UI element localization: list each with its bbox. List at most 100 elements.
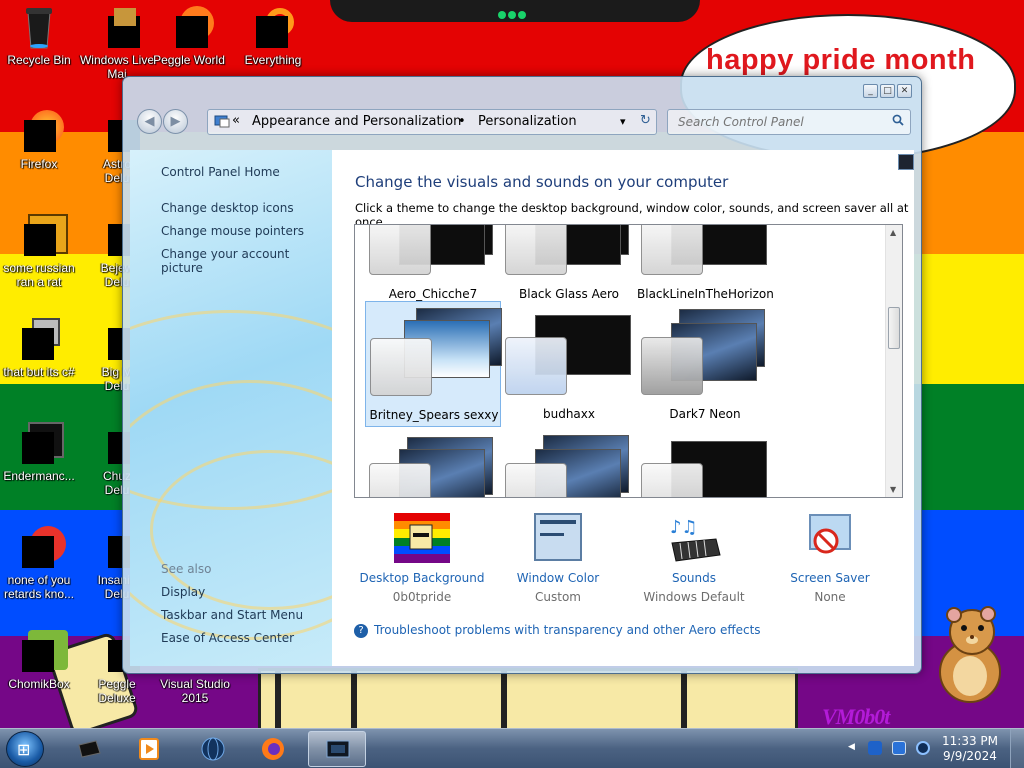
network-icon[interactable] <box>892 741 906 755</box>
tray-app-icon[interactable] <box>868 741 882 755</box>
scroll-up-arrow-icon[interactable]: ▲ <box>890 228 896 237</box>
desktop-background-setting[interactable]: Desktop Background 0b0tpride <box>354 513 490 604</box>
breadcrumb-separator[interactable]: • <box>458 114 466 129</box>
wallpaper-figure <box>258 668 798 730</box>
show-desktop-button[interactable] <box>1010 729 1024 768</box>
theme-gallery-scrollbar[interactable]: ▲ ▼ <box>885 225 902 497</box>
theme-item[interactable] <box>501 427 637 497</box>
display-link[interactable]: Display <box>161 585 205 599</box>
maximize-button[interactable]: □ <box>880 84 895 98</box>
wallpaper-green-dots <box>498 8 528 19</box>
theme-preview <box>505 225 633 275</box>
breadcrumb-personalization[interactable]: Personalization <box>478 114 577 129</box>
sounds-setting[interactable]: ♪♫ Sounds Windows Default <box>626 513 762 604</box>
screen-saver-setting[interactable]: Screen Saver None <box>762 513 898 604</box>
theme-item-blacklineinthehorizon[interactable]: BlackLineInTheHorizon <box>637 225 774 307</box>
theme-name: Aero_Chicche7 <box>388 287 478 301</box>
change-account-picture-link[interactable]: Change your account picture <box>161 247 332 275</box>
desktop-icon-peggle-world[interactable]: Peggle World <box>150 4 228 67</box>
peggle-world-icon <box>166 4 214 50</box>
desktop-icon-chomikbox[interactable]: ChomikBox <box>0 628 78 691</box>
search-icon[interactable] <box>892 114 904 130</box>
back-button[interactable]: ◀ <box>137 109 162 134</box>
theme-item[interactable] <box>637 427 773 497</box>
troubleshoot-link-text: Troubleshoot problems with transparency … <box>374 623 761 637</box>
screen-saver-icon <box>802 513 858 563</box>
window-color-icon <box>530 513 586 563</box>
window-color-setting[interactable]: Window Color Custom <box>490 513 626 604</box>
search-box[interactable] <box>667 109 911 135</box>
control-panel-home-link[interactable]: Control Panel Home <box>161 165 280 179</box>
minimize-button[interactable]: _ <box>863 84 878 98</box>
hamster-image <box>939 606 1001 703</box>
desktop-icon-firefox[interactable]: Firefox <box>0 108 78 171</box>
desktop-icon-endermanch[interactable]: Endermanc... <box>0 420 78 483</box>
desktop-icon-recycle-bin[interactable]: Recycle Bin <box>0 4 78 67</box>
theme-item-britney-spears-sexxy[interactable]: Britney_Spears sexxy <box>365 301 502 427</box>
desktop-icon-windows-live-mail[interactable]: Windows Live Mai <box>78 4 156 81</box>
search-input[interactable] <box>678 113 878 131</box>
setting-value: Custom <box>535 590 581 604</box>
theme-item-aero-chicche7[interactable]: Aero_Chicche7 <box>365 225 501 307</box>
tray-expand-arrow-icon[interactable]: ◀ <box>848 742 855 752</box>
theme-preview <box>369 431 497 497</box>
volume-icon[interactable] <box>916 741 930 755</box>
firefox-icon <box>16 108 64 154</box>
ease-of-access-link[interactable]: Ease of Access Center <box>161 631 294 645</box>
theme-preview <box>369 225 497 275</box>
theme-item[interactable] <box>365 427 501 497</box>
none-of-you-icon <box>16 524 66 570</box>
media-player-icon <box>136 737 162 761</box>
troubleshoot-aero-link[interactable]: ? Troubleshoot problems with transparency… <box>354 623 761 638</box>
address-dropdown-button[interactable]: ▾ <box>620 115 626 128</box>
desktop-icon-russian-rat[interactable]: some russian ran a rat <box>0 212 78 289</box>
help-corner-icon[interactable] <box>898 154 914 170</box>
theme-name: Britney_Spears sexxy <box>369 408 499 422</box>
start-button[interactable]: ⊞ <box>6 731 44 767</box>
setting-value: None <box>814 590 846 604</box>
windows-logo-icon: ⊞ <box>17 740 31 759</box>
desktop-icon-label: Peggle Deluxe <box>98 677 136 705</box>
desktop-icon-none-of-you[interactable]: none of you retards kno... <box>0 524 78 601</box>
endermanch-icon <box>16 420 64 466</box>
system-clock[interactable]: 11:33 PM 9/9/2024 <box>942 734 998 764</box>
navigation-bar: ◀ ▶ « Appearance and Personalization • P… <box>135 107 911 137</box>
theme-item-dark7-neon[interactable]: Dark7 Neon <box>637 301 773 427</box>
russian-rat-icon <box>16 212 68 258</box>
scroll-down-arrow-icon[interactable]: ▼ <box>890 485 896 494</box>
left-task-pane: Control Panel Home Change desktop icons … <box>130 150 332 666</box>
theme-name: Dark7 Neon <box>669 407 741 421</box>
taskbar-button-control-panel[interactable] <box>308 731 366 767</box>
desktop-icon-label: Recycle Bin <box>7 53 71 67</box>
forward-button[interactable]: ▶ <box>163 109 188 134</box>
breadcrumb-appearance-and-personalization[interactable]: Appearance and Personalization <box>252 114 461 129</box>
change-desktop-icons-link[interactable]: Change desktop icons <box>161 201 294 215</box>
setting-value: 0b0tpride <box>392 590 452 604</box>
desktop-icon-that-but-csharp[interactable]: that but its c# <box>0 316 78 379</box>
close-button[interactable]: ✕ <box>897 84 912 98</box>
taskbar-button-firefox[interactable] <box>244 731 302 767</box>
page-title: Change the visuals and sounds on your co… <box>355 173 729 191</box>
control-panel-icon <box>214 113 230 129</box>
taskbar-button-computer[interactable] <box>60 731 118 767</box>
desktop-icon-label: Firefox <box>20 157 58 171</box>
setting-title: Desktop Background <box>359 571 485 585</box>
recycle-bin-icon <box>16 4 62 50</box>
scroll-thumb[interactable] <box>888 307 900 349</box>
everything-icon <box>250 4 296 50</box>
address-bar[interactable]: « Appearance and Personalization • Perso… <box>207 109 657 135</box>
breadcrumb-overflow-chevron[interactable]: « <box>232 113 240 128</box>
theme-item-black-glass-aero[interactable]: Black Glass Aero <box>501 225 637 307</box>
desktop-icon-everything[interactable]: Everything <box>234 4 312 67</box>
theme-item-budhaxx[interactable]: budhaxx <box>501 301 637 427</box>
taskbar-start-menu-link[interactable]: Taskbar and Start Menu <box>161 608 303 622</box>
setting-value: Windows Default <box>643 590 745 604</box>
desktop-icon-label: Peggle World <box>153 53 225 67</box>
taskbar-button-globe[interactable] <box>184 731 242 767</box>
refresh-icon[interactable]: ↻ <box>640 113 651 128</box>
caption-buttons: _ □ ✕ <box>861 84 912 98</box>
personalization-window: _ □ ✕ ◀ ▶ « Appearance and Personalizati… <box>122 76 922 674</box>
theme-preview <box>370 306 502 396</box>
taskbar-button-media-player[interactable] <box>120 731 178 767</box>
change-mouse-pointers-link[interactable]: Change mouse pointers <box>161 224 304 238</box>
